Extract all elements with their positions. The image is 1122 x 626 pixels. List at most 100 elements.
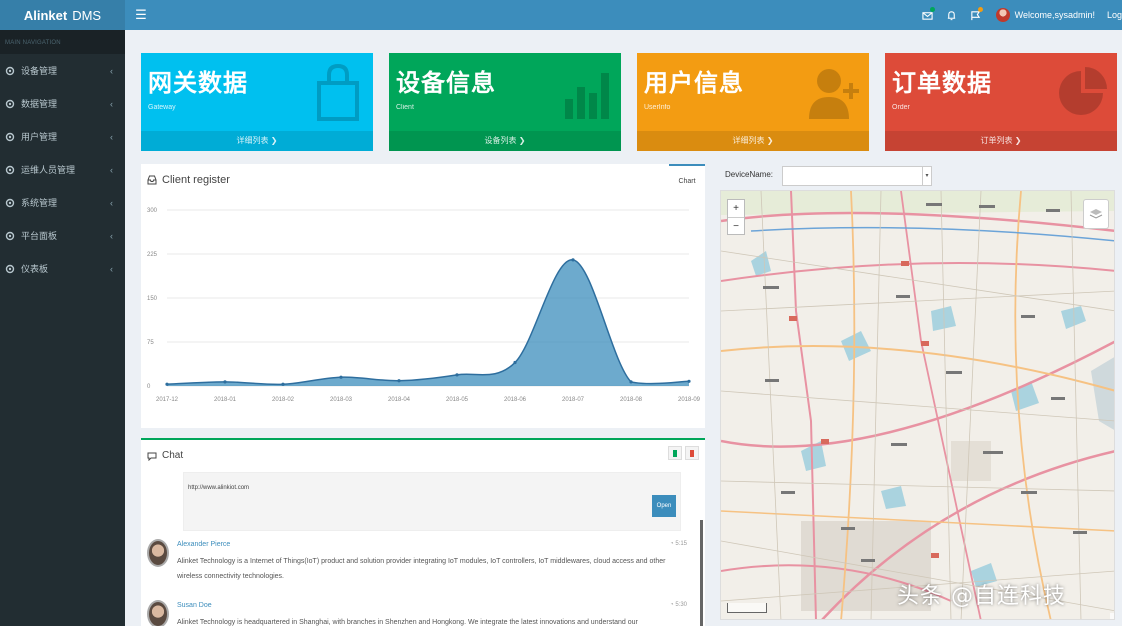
tab-chart[interactable]: Chart — [669, 164, 705, 190]
user-avatar — [995, 8, 1010, 22]
attachment-link[interactable]: http://www.alinkiot.com — [188, 485, 249, 491]
message-text: Alinket Technology is a Internet of Thin… — [177, 558, 666, 580]
watermark: 头条 @自连科技 — [897, 584, 1066, 609]
offline-status-button[interactable] — [685, 446, 699, 460]
message-time: ◔ 5:30 — [670, 602, 687, 608]
y-tick-label: 150 — [147, 296, 158, 302]
tasks-badge — [977, 7, 983, 12]
x-tick-label: 2018-09 — [678, 397, 701, 403]
chevron-down-icon: ▾ — [922, 167, 931, 185]
chart-title-text: Client register — [162, 174, 230, 186]
sidebar-item-user-management[interactable]: 用户管理 ‹ — [0, 120, 125, 153]
chevron-left-icon: ‹ — [110, 131, 113, 142]
chevron-left-icon: ‹ — [110, 164, 113, 175]
chevron-left-icon: ‹ — [110, 65, 113, 76]
messages-icon[interactable] — [916, 0, 940, 30]
chevron-left-icon: ‹ — [110, 230, 113, 241]
data-point — [281, 382, 285, 386]
box-title: 设备信息 — [396, 70, 496, 97]
gateway-details-link[interactable]: 详细列表 ❯ — [141, 131, 373, 151]
box-subtitle: UserInfo — [644, 104, 671, 111]
message-author[interactable]: Alexander Pierce — [177, 541, 230, 548]
chat-panel: Chat http://www.alinkiot.com Open Alexan… — [141, 438, 705, 626]
chat-attachment: http://www.alinkiot.com Open — [183, 472, 681, 531]
box-subtitle: Client — [396, 104, 414, 111]
order-list-link[interactable]: 订单列表 ❯ — [885, 131, 1117, 151]
chat-scrollbar[interactable] — [700, 520, 703, 626]
message-text: Alinket Technology is headquartered in S… — [177, 619, 638, 626]
map-attribution[interactable]: ​ — [1110, 613, 1114, 619]
message-time: ◔ 5:15 — [670, 541, 687, 547]
inbox-icon — [147, 175, 157, 185]
data-point — [513, 360, 517, 365]
gear-icon — [5, 198, 15, 208]
chat-title-text: Chat — [162, 450, 184, 461]
welcome-text: Welcome,sysadmin! — [1014, 10, 1095, 20]
zoom-out-button[interactable]: − — [728, 217, 744, 234]
layers-icon — [1089, 209, 1103, 219]
chevron-left-icon: ‹ — [110, 98, 113, 109]
data-point — [397, 379, 401, 383]
open-button[interactable]: Open — [652, 495, 676, 517]
chart-panel-title: Client register — [147, 174, 230, 186]
x-tick-label: 2018-06 — [504, 397, 527, 403]
message-author[interactable]: Susan Doe — [177, 602, 212, 609]
layers-button[interactable] — [1083, 199, 1109, 229]
navbar-right: Welcome,sysadmin! Log — [916, 0, 1122, 30]
x-tick-label: 2018-02 — [272, 397, 295, 403]
sidebar-item-label: 系统管理 — [21, 198, 58, 208]
notifications-bell-icon[interactable] — [940, 0, 964, 30]
user-details-link[interactable]: 详细列表 ❯ — [637, 131, 869, 151]
box-title: 网关数据 — [148, 70, 248, 97]
sidebar-item-system[interactable]: 系统管理 ‹ — [0, 186, 125, 219]
avatar — [147, 600, 169, 626]
device-name-label: DeviceName: — [725, 170, 774, 179]
sidebar-item-device-management[interactable]: 设备管理 ‹ — [0, 54, 125, 87]
messages-badge — [929, 7, 935, 12]
sidebar-item-dashboard[interactable]: 仪表板 ‹ — [0, 252, 125, 285]
zoom-in-button[interactable]: + — [728, 200, 744, 217]
device-name-select[interactable]: ▾ — [782, 166, 932, 186]
gateway-data-box: 网关数据 Gateway 详细列表 ❯ — [141, 53, 373, 151]
sidebar-item-label: 用户管理 — [21, 132, 58, 142]
sidebar: MAIN NAVIGATION 设备管理 ‹ 数据管理 ‹ 用户管理 ‹ 运维人… — [0, 30, 125, 626]
sidebar-item-platform-panel[interactable]: 平台面板 ‹ — [0, 219, 125, 252]
sidebar-item-label: 设备管理 — [21, 66, 58, 76]
sidebar-item-data-management[interactable]: 数据管理 ‹ — [0, 87, 125, 120]
data-point — [165, 382, 169, 386]
data-point — [687, 379, 691, 383]
y-tick-label: 75 — [147, 340, 154, 346]
x-tick-label: 2017-12 — [156, 397, 179, 403]
sidebar-item-ops-staff[interactable]: 运维人员管理 ‹ — [0, 153, 125, 186]
device-info-box: 设备信息 Client 设备列表 ❯ — [389, 53, 621, 151]
user-menu[interactable]: Welcome,sysadmin! — [988, 8, 1099, 22]
box-subtitle: Order — [892, 104, 910, 111]
sidebar-item-label: 运维人员管理 — [21, 165, 76, 175]
gear-icon — [5, 66, 15, 76]
x-tick-label: 2018-04 — [388, 397, 411, 403]
sidebar-toggle-icon[interactable]: ☰ — [129, 7, 153, 23]
pie-chart-icon — [1059, 67, 1107, 115]
data-point — [629, 380, 633, 384]
x-tick-label: 2018-03 — [330, 397, 353, 403]
data-point — [571, 258, 575, 262]
client-register-chart: 0 75 150 225 300 2017-12 2018-01 2018-02 2018-03… — [147, 208, 701, 403]
box-title: 订单数据 — [892, 70, 992, 97]
shopping-bag-icon — [317, 63, 359, 121]
logout-link[interactable]: Log — [1099, 10, 1122, 20]
logo[interactable]: Alinket DMS — [0, 0, 125, 30]
online-status-button[interactable] — [668, 446, 682, 460]
comments-icon — [147, 452, 157, 461]
chevron-left-icon: ‹ — [110, 197, 113, 208]
map-view[interactable]: + − ​ — [720, 190, 1115, 620]
sidebar-heading: MAIN NAVIGATION — [0, 30, 125, 54]
device-list-link[interactable]: 设备列表 ❯ — [389, 131, 621, 151]
map-panel: DeviceName: ▾ + − — [717, 164, 1117, 626]
tasks-flag-icon[interactable] — [964, 0, 988, 30]
chevron-left-icon: ‹ — [110, 263, 113, 274]
brand-name: Alinket — [23, 7, 68, 23]
map-scale — [727, 603, 767, 613]
user-add-icon — [809, 69, 859, 119]
bar-chart-icon — [565, 73, 609, 119]
content-area: 网关数据 Gateway 详细列表 ❯ 设备信息 Client 设备列表 ❯ 用… — [125, 30, 1122, 626]
